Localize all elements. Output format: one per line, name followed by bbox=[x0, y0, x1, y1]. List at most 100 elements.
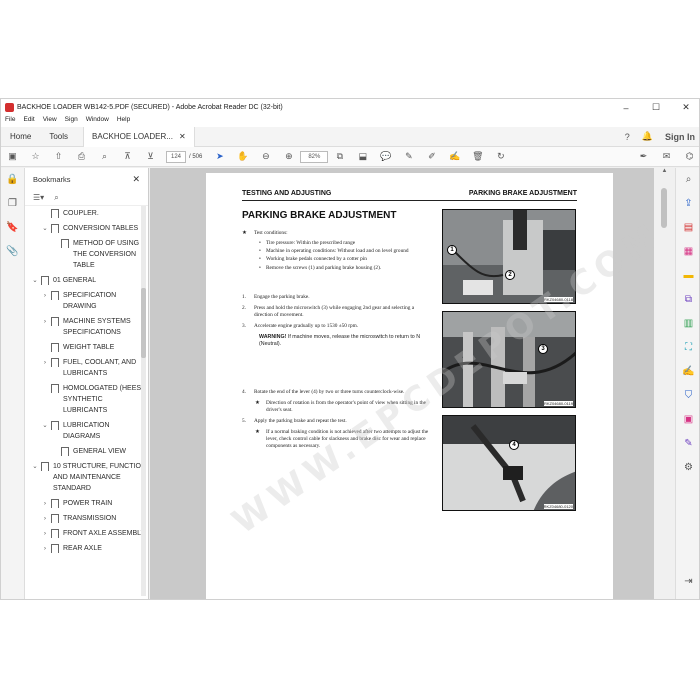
help-icon[interactable]: ? bbox=[625, 132, 630, 142]
send-signature-icon[interactable]: ✎ bbox=[676, 432, 699, 456]
bookmark-item[interactable]: METHOD OF USING THE CONVERSION TABLE bbox=[25, 236, 148, 273]
expand-chevron-icon[interactable]: › bbox=[41, 543, 49, 554]
previous-page-icon[interactable]: ⊼ bbox=[116, 151, 139, 162]
expand-chevron-icon[interactable]: › bbox=[41, 316, 49, 338]
document-scrollbar[interactable]: ▲ bbox=[654, 168, 675, 599]
edit-pdf-icon[interactable]: ▦ bbox=[676, 240, 699, 264]
menu-sign[interactable]: Sign bbox=[65, 116, 78, 127]
comment-icon[interactable]: 💬 bbox=[374, 151, 397, 162]
menu-view[interactable]: View bbox=[43, 116, 57, 127]
page-header-right: PARKING BRAKE ADJUSTMENT bbox=[468, 190, 577, 197]
expand-chevron-icon[interactable]: ⌄ bbox=[31, 275, 39, 286]
rotate-icon[interactable]: ↻ bbox=[489, 151, 512, 162]
share-icon[interactable]: ⌬ bbox=[678, 151, 699, 162]
bookmarks-scrollbar[interactable] bbox=[141, 206, 146, 596]
sign-in-button[interactable]: Sign In bbox=[665, 132, 695, 142]
zoom-out-icon[interactable]: ⊖ bbox=[254, 151, 277, 162]
delete-icon[interactable]: 🗑 bbox=[466, 151, 489, 162]
minimize-button[interactable]: – bbox=[611, 103, 641, 113]
page-fit-icon[interactable]: ⧉ bbox=[328, 151, 351, 162]
notifications-icon[interactable]: 🔔 bbox=[642, 131, 653, 142]
zoom-search-icon[interactable]: ⌕ bbox=[676, 168, 699, 192]
attachments-icon[interactable]: 📎 bbox=[1, 240, 24, 264]
next-page-icon[interactable]: ⊻ bbox=[139, 151, 162, 162]
document-scrollbar-thumb[interactable] bbox=[661, 188, 667, 228]
tab-tools[interactable]: Tools bbox=[40, 132, 77, 141]
bookmark-search-icon[interactable]: ⌕ bbox=[54, 193, 58, 203]
expand-chevron-icon[interactable]: › bbox=[41, 513, 49, 524]
bookmark-item[interactable]: › POWER TRAIN bbox=[25, 496, 148, 511]
menu-help[interactable]: Help bbox=[117, 116, 130, 127]
select-cursor-icon[interactable]: ➤ bbox=[208, 151, 231, 162]
bookmark-options-icon[interactable]: ☰▾ bbox=[33, 193, 44, 202]
more-tools-icon[interactable]: ⚙ bbox=[676, 456, 699, 480]
upload-icon[interactable]: ⇧ bbox=[47, 151, 70, 162]
organize-pages-icon[interactable]: ▥ bbox=[676, 312, 699, 336]
highlight-pen-icon[interactable]: ✎ bbox=[397, 151, 420, 162]
email-icon[interactable]: ✉ bbox=[655, 151, 678, 162]
menu-file[interactable]: File bbox=[5, 116, 15, 127]
zoom-level-select[interactable]: 82% bbox=[300, 150, 329, 163]
bookmarks-scrollbar-thumb[interactable] bbox=[141, 288, 146, 358]
menu-edit[interactable]: Edit bbox=[23, 116, 34, 127]
fill-sign-icon[interactable]: ✍ bbox=[676, 360, 699, 384]
bookmark-label: FRONT AXLE ASSEMBLY bbox=[63, 530, 146, 537]
bookmark-item[interactable]: › MACHINE SYSTEMS SPECIFICATIONS bbox=[25, 314, 148, 340]
bookmark-item[interactable]: GENERAL VIEW bbox=[25, 444, 148, 459]
bookmark-item[interactable]: ⌄ 10 STRUCTURE, FUNCTION AND MAINTENANCE … bbox=[25, 459, 148, 496]
close-window-button[interactable]: ✕ bbox=[671, 102, 699, 113]
comment-tool-icon[interactable]: ▬ bbox=[676, 264, 699, 288]
lock-icon[interactable]: 🔒 bbox=[1, 168, 24, 192]
close-tab-icon[interactable]: ✕ bbox=[179, 132, 186, 141]
scroll-mode-icon[interactable]: ⬓ bbox=[351, 151, 374, 162]
page-thumbnails-icon[interactable]: ❐ bbox=[1, 192, 24, 216]
maximize-button[interactable]: ☐ bbox=[641, 102, 671, 113]
save-icon[interactable]: ▣ bbox=[1, 151, 24, 162]
menu-window[interactable]: Window bbox=[86, 116, 109, 127]
expand-chevron-icon[interactable]: ⌄ bbox=[41, 420, 49, 442]
bookmark-item[interactable]: COUPLER. bbox=[25, 206, 148, 221]
collapse-pane-icon[interactable]: ⇥ bbox=[676, 570, 699, 594]
expand-chevron-icon[interactable]: › bbox=[41, 290, 49, 312]
page-number-input[interactable]: 124 bbox=[166, 150, 186, 163]
scan-ocr-icon[interactable]: ⛶ bbox=[676, 336, 699, 360]
close-bookmarks-icon[interactable]: ✕ bbox=[132, 174, 140, 185]
bookmark-item[interactable]: WEIGHT TABLE bbox=[25, 340, 148, 355]
bookmark-item[interactable]: ⌄ CONVERSION TABLES bbox=[25, 221, 148, 236]
bookmarks-panel-icon[interactable]: 🔖 bbox=[1, 216, 24, 240]
bookmark-label: POWER TRAIN bbox=[63, 500, 113, 507]
bookmark-item[interactable]: › REAR AXLE bbox=[25, 541, 148, 556]
draw-icon[interactable]: ✐ bbox=[420, 151, 443, 162]
bookmark-item[interactable]: › TRANSMISSION bbox=[25, 511, 148, 526]
search-icon[interactable]: ⌕ bbox=[93, 151, 116, 162]
bookmark-item[interactable]: › FRONT AXLE ASSEMBLY bbox=[25, 526, 148, 541]
expand-chevron-icon[interactable]: › bbox=[41, 528, 49, 539]
hand-tool-icon[interactable]: ✋ bbox=[231, 151, 254, 162]
bookmark-star-icon[interactable]: ☆ bbox=[24, 151, 47, 162]
prepare-form-icon[interactable]: ▣ bbox=[676, 408, 699, 432]
zoom-in-icon[interactable]: ⊕ bbox=[277, 151, 300, 162]
scroll-up-icon[interactable]: ▲ bbox=[654, 168, 675, 174]
document-view[interactable]: TESTING AND ADJUSTING PARKING BRAKE ADJU… bbox=[150, 168, 654, 599]
bookmark-item[interactable]: › SPECIFICATION DRAWING bbox=[25, 288, 148, 314]
bookmarks-toolbar: ☰▾ ⌕ bbox=[25, 190, 148, 206]
bookmark-item[interactable]: HOMOLOGATED (HEES) SYNTHETIC LUBRICANTS bbox=[25, 381, 148, 418]
bookmark-item[interactable]: ⌄ 01 GENERAL bbox=[25, 273, 148, 288]
protect-icon[interactable]: ⛉ bbox=[676, 384, 699, 408]
bookmark-item[interactable]: › FUEL, COOLANT, AND LUBRICANTS bbox=[25, 355, 148, 381]
expand-chevron-icon[interactable]: › bbox=[41, 357, 49, 379]
tab-home[interactable]: Home bbox=[1, 132, 40, 141]
print-icon[interactable]: ⎙ bbox=[70, 151, 93, 162]
expand-chevron-icon[interactable]: ⌄ bbox=[41, 223, 49, 234]
create-pdf-icon[interactable]: ▤ bbox=[676, 216, 699, 240]
expand-chevron-icon[interactable]: › bbox=[41, 498, 49, 509]
bookmark-item[interactable]: ⌄ LUBRICATION DIAGRAMS bbox=[25, 418, 148, 444]
edit-pen-icon[interactable]: ✒ bbox=[632, 151, 655, 162]
export-pdf-icon[interactable]: ⇪ bbox=[676, 192, 699, 216]
stamp-icon[interactable]: ✍ bbox=[443, 151, 466, 162]
tab-document[interactable]: BACKHOE LOADER... ✕ bbox=[83, 126, 195, 147]
combine-files-icon[interactable]: ⧉ bbox=[676, 288, 699, 312]
expand-chevron-icon[interactable]: ⌄ bbox=[31, 461, 39, 494]
step-item: 1. Engage the parking brake. bbox=[242, 294, 434, 301]
